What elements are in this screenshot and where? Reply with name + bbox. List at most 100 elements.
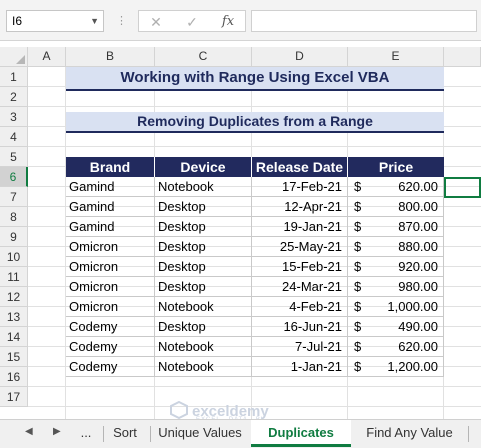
cell-device[interactable]: Desktop <box>155 197 252 217</box>
cell-release-date[interactable]: 12-Apr-21 <box>252 197 348 217</box>
active-cell-cursor[interactable] <box>444 177 481 198</box>
row-header-6[interactable]: 6 <box>0 167 28 187</box>
price-amount: 1,200.00 <box>387 359 438 374</box>
worksheet-grid[interactable]: A B C D E 1 2 3 4 5 6 7 8 9 10 11 12 13 14 15 16 17 Work… <box>0 47 481 419</box>
cell-release-date[interactable]: 7-Jul-21 <box>252 337 348 357</box>
header-brand[interactable]: Brand <box>66 157 155 177</box>
header-price[interactable]: Price <box>348 157 444 177</box>
subtitle-band[interactable]: Removing Duplicates from a Range <box>66 112 444 133</box>
chevron-down-icon[interactable]: ▼ <box>90 11 99 31</box>
tab-find-any-value[interactable]: Find Any Value <box>353 420 466 447</box>
scroll-left-icon[interactable]: ◀ <box>25 426 33 437</box>
cell-release-date[interactable]: 17-Feb-21 <box>252 177 348 197</box>
cell-device[interactable]: Notebook <box>155 177 252 197</box>
tab-duplicates[interactable]: Duplicates <box>251 420 351 447</box>
cell-device[interactable]: Notebook <box>155 297 252 317</box>
row-header-12[interactable]: 12 <box>0 287 28 307</box>
row-header-9[interactable]: 9 <box>0 227 28 247</box>
cell-price[interactable]: $490.00 <box>348 317 444 337</box>
row-header-2[interactable]: 2 <box>0 87 28 107</box>
row-header-3[interactable]: 3 <box>0 107 28 127</box>
cell-brand[interactable]: Omicron <box>66 277 155 297</box>
row-header-16[interactable]: 16 <box>0 367 28 387</box>
header-release-date[interactable]: Release Date <box>252 157 348 177</box>
currency-symbol: $ <box>354 179 362 194</box>
name-box-value: I6 <box>12 14 23 28</box>
column-header-d[interactable]: D <box>252 47 348 67</box>
title-band[interactable]: Working with Range Using Excel VBA <box>66 67 444 91</box>
cell-device[interactable]: Notebook <box>155 357 252 377</box>
enter-icon[interactable]: ✓ <box>181 13 203 31</box>
cell-price[interactable]: $870.00 <box>348 217 444 237</box>
cell-release-date[interactable]: 15-Feb-21 <box>252 257 348 277</box>
cell-brand[interactable]: Omicron <box>66 257 155 277</box>
cell-device[interactable]: Desktop <box>155 257 252 277</box>
header-device[interactable]: Device <box>155 157 252 177</box>
cell-brand[interactable]: Gamind <box>66 217 155 237</box>
tab-unique-values[interactable]: Unique Values <box>151 420 249 447</box>
cell-brand[interactable]: Codemy <box>66 337 155 357</box>
cell-brand[interactable]: Omicron <box>66 297 155 317</box>
price-amount: 1,000.00 <box>387 299 438 314</box>
cell-price[interactable]: $980.00 <box>348 277 444 297</box>
cell-device[interactable]: Desktop <box>155 277 252 297</box>
cell-release-date[interactable]: 25-May-21 <box>252 237 348 257</box>
more-sheets-button[interactable]: ... <box>74 420 98 447</box>
cell-release-date[interactable]: 19-Jan-21 <box>252 217 348 237</box>
cell-device[interactable]: Desktop <box>155 217 252 237</box>
drag-handle-icon[interactable]: ⋮ <box>116 14 127 28</box>
scroll-right-icon[interactable]: ▶ <box>53 426 61 437</box>
formula-input[interactable] <box>251 10 477 32</box>
currency-symbol: $ <box>354 279 362 294</box>
column-header-b[interactable]: B <box>66 47 155 67</box>
column-header-c[interactable]: C <box>155 47 252 67</box>
cell-price[interactable]: $620.00 <box>348 177 444 197</box>
cell-release-date[interactable]: 4-Feb-21 <box>252 297 348 317</box>
cell-price[interactable]: $1,000.00 <box>348 297 444 317</box>
sheet-subtitle: Removing Duplicates from a Range <box>137 113 373 129</box>
name-box[interactable]: I6 ▼ <box>6 10 104 32</box>
column-header-f[interactable] <box>444 47 481 67</box>
row-header-5[interactable]: 5 <box>0 147 28 167</box>
row-header-7[interactable]: 7 <box>0 187 28 207</box>
row-header-8[interactable]: 8 <box>0 207 28 227</box>
cell-price[interactable]: $1,200.00 <box>348 357 444 377</box>
column-header-e[interactable]: E <box>348 47 444 67</box>
currency-symbol: $ <box>354 359 362 374</box>
currency-symbol: $ <box>354 259 362 274</box>
cell-device[interactable]: Notebook <box>155 337 252 357</box>
cell-price[interactable]: $920.00 <box>348 257 444 277</box>
select-all-icon <box>16 55 25 64</box>
cell-price[interactable]: $800.00 <box>348 197 444 217</box>
row-header-13[interactable]: 13 <box>0 307 28 327</box>
row-header-11[interactable]: 11 <box>0 267 28 287</box>
cell-device[interactable]: Desktop <box>155 237 252 257</box>
cell-brand[interactable]: Codemy <box>66 357 155 377</box>
cell-brand[interactable]: Omicron <box>66 237 155 257</box>
row-header-1[interactable]: 1 <box>0 67 28 87</box>
cell-brand[interactable]: Gamind <box>66 177 155 197</box>
row-header-14[interactable]: 14 <box>0 327 28 347</box>
row-header-17[interactable]: 17 <box>0 387 28 407</box>
price-amount: 800.00 <box>398 199 438 214</box>
cell-brand[interactable]: Codemy <box>66 317 155 337</box>
row-header-10[interactable]: 10 <box>0 247 28 267</box>
cell-release-date[interactable]: 24-Mar-21 <box>252 277 348 297</box>
select-all-corner[interactable] <box>0 47 28 67</box>
cell-brand[interactable]: Gamind <box>66 197 155 217</box>
cancel-icon[interactable]: ✕ <box>145 13 167 31</box>
price-amount: 870.00 <box>398 219 438 234</box>
tab-sort[interactable]: Sort <box>104 420 146 447</box>
gridline-horizontal <box>28 106 481 107</box>
price-amount: 920.00 <box>398 259 438 274</box>
currency-symbol: $ <box>354 219 362 234</box>
row-header-4[interactable]: 4 <box>0 127 28 147</box>
row-header-15[interactable]: 15 <box>0 347 28 367</box>
cell-price[interactable]: $880.00 <box>348 237 444 257</box>
cell-release-date[interactable]: 16-Jun-21 <box>252 317 348 337</box>
column-header-a[interactable]: A <box>28 47 66 67</box>
cell-release-date[interactable]: 1-Jan-21 <box>252 357 348 377</box>
cell-device[interactable]: Desktop <box>155 317 252 337</box>
insert-function-icon[interactable]: fx <box>217 13 239 31</box>
cell-price[interactable]: $620.00 <box>348 337 444 357</box>
